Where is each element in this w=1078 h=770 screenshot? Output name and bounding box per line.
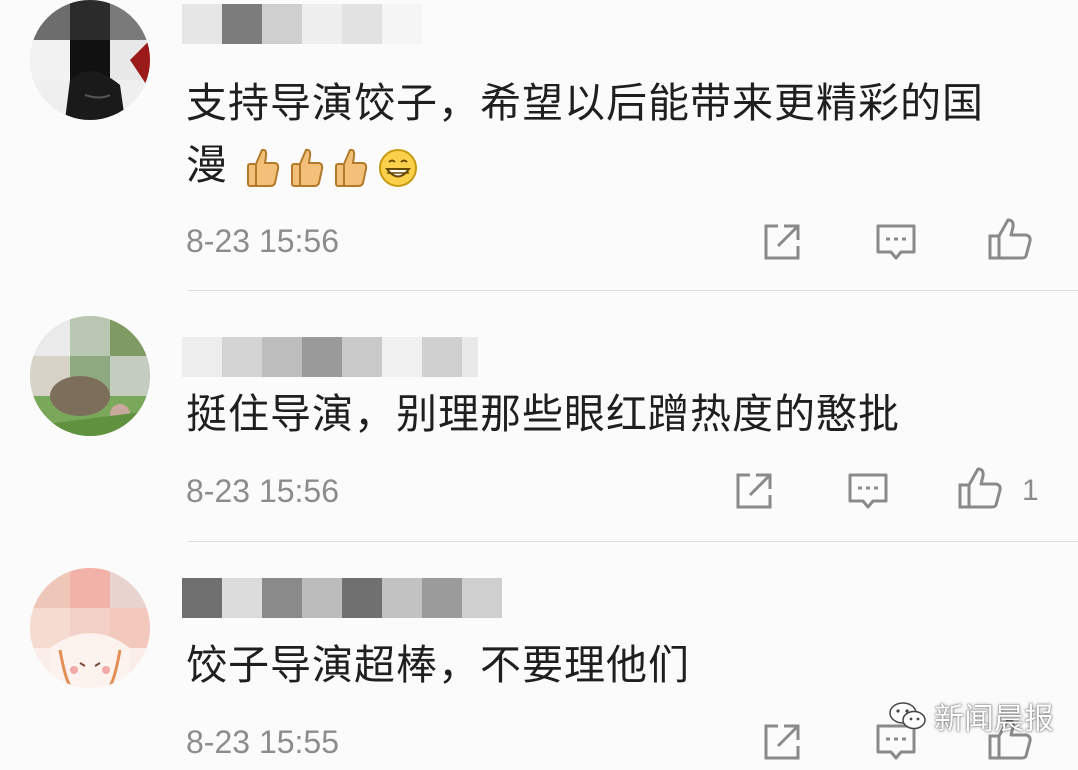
share-icon [736, 473, 772, 509]
reply-icon [848, 473, 888, 509]
grin-emoji [379, 149, 418, 187]
comment-text-line: 饺子导演超棒，不要理他们 [186, 641, 690, 689]
thumbs-up-emoji [247, 148, 280, 187]
reply-button[interactable] [872, 218, 920, 266]
share-icon [764, 224, 800, 260]
emoji-row [246, 148, 418, 188]
reply-button[interactable] [844, 467, 892, 515]
comment-timestamp: 8-23 15:56 [186, 473, 340, 509]
comment-timestamp: 8-23 15:55 [186, 724, 340, 760]
comment-item: 挺住导演，别理那些眼红蹭热度的憨批 8-23 15:56 1 [0, 291, 1078, 541]
thumbs-up-icon [958, 467, 1002, 509]
comment-text-line: 漫 [186, 134, 984, 196]
comment-text: 支持导演饺子，希望以后能带来更精彩的国 漫 [186, 72, 984, 196]
thumbs-up-emoji [335, 148, 368, 187]
like-button[interactable] [986, 216, 1034, 264]
thumbs-up-emoji [291, 148, 324, 187]
comment-text: 饺子导演超棒，不要理他们 [186, 634, 690, 696]
watermark-text: 新闻晨报 [934, 702, 1054, 737]
thumbs-up-icon [988, 218, 1032, 260]
watermark: 新闻晨报 [888, 694, 1054, 738]
avatar[interactable] [30, 316, 150, 436]
username-redacted[interactable] [182, 337, 478, 377]
share-button[interactable] [758, 718, 806, 766]
comment-text-line: 挺住导演，别理那些眼红蹭热度的憨批 [186, 390, 900, 438]
wechat-icon [889, 702, 926, 730]
like-button[interactable] [956, 465, 1004, 513]
share-icon [764, 724, 800, 760]
username-redacted[interactable] [182, 578, 502, 618]
share-button[interactable] [730, 467, 778, 515]
username-redacted[interactable] [182, 4, 422, 44]
like-count: 1 [1022, 474, 1039, 507]
avatar[interactable] [30, 0, 150, 120]
reply-icon [876, 224, 916, 260]
avatar[interactable] [30, 568, 150, 688]
share-button[interactable] [758, 218, 806, 266]
comment-text-line: 支持导演饺子，希望以后能带来更精彩的国 [186, 79, 984, 127]
comment-timestamp: 8-23 15:56 [186, 223, 340, 259]
comment-item: 支持导演饺子，希望以后能带来更精彩的国 漫 8-23 15:56 [0, 0, 1078, 290]
comment-text: 挺住导演，别理那些眼红蹭热度的憨批 [186, 383, 900, 445]
